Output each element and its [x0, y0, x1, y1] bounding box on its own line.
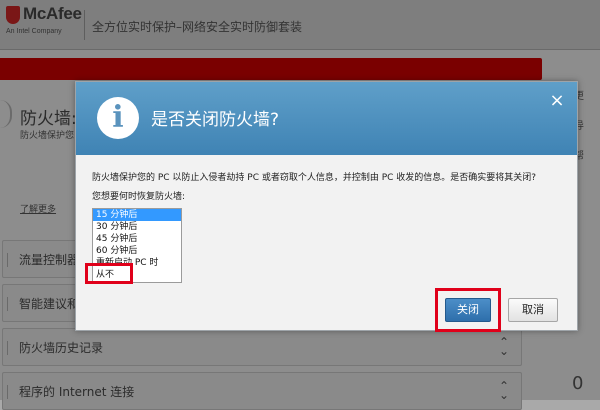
listbox-option-60min[interactable]: 60 分钟后 [93, 245, 181, 257]
chevron-right-icon [7, 341, 15, 355]
dialog-header: i 是否关闭防火墙? × [76, 82, 577, 155]
panel-subtitle: 防火墙保护您 [20, 131, 75, 141]
chevron-right-icon [7, 385, 15, 399]
row-label: 防火墙历史记录 [19, 341, 104, 355]
mcafee-logo: McAfee An Intel Company [6, 4, 84, 44]
count-value: 0 [572, 373, 584, 394]
dialog-description: 防火墙保护您的 PC 以防止入侵者劫持 PC 或者窃取个人信息，并控制由 PC … [92, 173, 537, 183]
expand-chevron-icon[interactable]: ⌃ ⌄ [499, 380, 509, 401]
shield-icon [6, 6, 20, 24]
status-bar [0, 58, 542, 80]
row-label: 流量控制器 [19, 253, 80, 267]
dialog-title: 是否关闭防火墙? [151, 110, 280, 130]
listbox-option-45min[interactable]: 45 分钟后 [93, 233, 181, 245]
turn-off-firewall-dialog: i 是否关闭防火墙? × 防火墙保护您的 PC 以防止入侵者劫持 PC 或者窃取… [75, 81, 578, 332]
highlight-never-option [85, 263, 133, 284]
info-icon: i [97, 97, 139, 139]
row-label: 程序的 Internet 连接 [19, 385, 135, 399]
close-icon[interactable]: × [549, 92, 565, 110]
cancel-button[interactable]: 取消 [508, 298, 558, 322]
expand-chevron-icon[interactable]: ⌃ ⌄ [499, 336, 509, 357]
close-firewall-button[interactable]: 关闭 [445, 298, 491, 322]
app-header: McAfee An Intel Company 全方位实时保护–网络安全实时防御… [0, 0, 600, 50]
chevron-right-icon [7, 297, 15, 311]
header-slogan: 全方位实时保护–网络安全实时防御套装 [92, 20, 303, 34]
chevron-right-icon [7, 253, 15, 267]
list-row-firewall-history[interactable]: 防火墙历史记录 ⌃ ⌄ [2, 328, 522, 366]
back-arrow-icon[interactable] [0, 100, 12, 128]
listbox-option-15min[interactable]: 15 分钟后 [93, 209, 181, 221]
row-label: 智能建议和 [19, 297, 80, 311]
panel-title: 防火墙: [20, 109, 77, 129]
list-row-internet-connections[interactable]: 程序的 Internet 连接 ⌃ ⌄ [2, 372, 522, 410]
resume-question: 您想要何时恢复防火墙: [92, 192, 186, 202]
listbox-option-30min[interactable]: 30 分钟后 [93, 221, 181, 233]
brand-subtitle: An Intel Company [6, 28, 62, 35]
header-divider [84, 10, 85, 40]
learn-more-link[interactable]: 了解更多 [20, 202, 56, 215]
brand-name: McAfee [23, 4, 82, 23]
